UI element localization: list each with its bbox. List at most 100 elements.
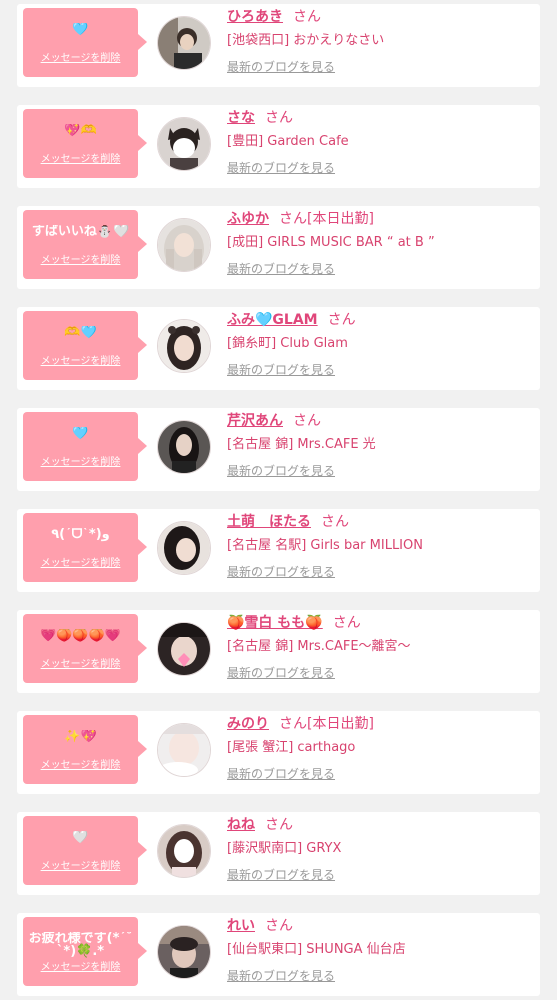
delete-message-link[interactable]: メッセージを削除 — [23, 150, 138, 165]
message-card: 🩵 メッセージを削除 芹沢あん さん [名古屋 錦] Mrs.CAFE 光 最新の… — [17, 408, 540, 491]
profile-name-link[interactable]: さな — [227, 110, 255, 126]
delete-message-link[interactable]: メッセージを削除 — [23, 352, 138, 367]
profile-name-link[interactable]: 芹沢あん — [227, 413, 283, 429]
message-card: 💖🫶 メッセージを削除 さな さん [豊田] Garden Cafe 最新のブログ… — [17, 105, 540, 188]
profile-info: れい さん [仙台駅東口] SHUNGA 仙台店 最新のブログを見る — [227, 915, 532, 989]
profile-info: 🍑雪白 もも🍑 さん [名古屋 錦] Mrs.CAFE～離宮～ 最新のブログを見る — [227, 612, 532, 686]
message-text: 💗🍑🍑🍑💗 — [40, 629, 121, 643]
delete-message-link[interactable]: メッセージを削除 — [23, 655, 138, 670]
profile-name-link[interactable]: ふみ🩵GLAM — [227, 312, 318, 328]
profile-name-link[interactable]: 土萌 ほたる — [227, 514, 311, 530]
shop-label: [仙台駅東口] SHUNGA 仙台店 — [227, 942, 406, 957]
profile-info: 土萌 ほたる さん [名古屋 名駅] Girls bar MILLION 最新のブ… — [227, 511, 532, 585]
message-text: 🩵 — [72, 23, 89, 37]
honorific: さん — [279, 211, 307, 227]
profile-name-link[interactable]: 🍑雪白 もも🍑 — [227, 615, 323, 631]
message-bubble: お疲れ様です(*´˘`*)🍀.* メッセージを削除 — [23, 917, 147, 986]
avatar[interactable] — [157, 521, 211, 575]
shop-label: [成田] GIRLS MUSIC BAR “ at B ” — [227, 235, 435, 250]
message-card: 🤍 メッセージを削除 ねね さん [藤沢駅南口] GRYX 最新のブログを見る — [17, 812, 540, 895]
shop-label: [藤沢駅南口] GRYX — [227, 841, 342, 856]
delete-message-link[interactable]: メッセージを削除 — [23, 857, 138, 872]
avatar[interactable] — [157, 925, 211, 979]
profile-name-link[interactable]: ひろあき — [227, 9, 283, 25]
honorific: さん — [265, 110, 293, 126]
message-list: 🩵 メッセージを削除 ひろあき さん [池袋西口] おかえりなさい 最新のブログを… — [0, 0, 557, 1000]
avatar[interactable] — [157, 723, 211, 777]
message-card: 🩵 メッセージを削除 ひろあき さん [池袋西口] おかえりなさい 最新のブログを… — [17, 4, 540, 87]
profile-info: さな さん [豊田] Garden Cafe 最新のブログを見る — [227, 107, 532, 181]
message-text: 🫶🩵 — [64, 326, 97, 340]
shop-label: [名古屋 錦] Mrs.CAFE～離宮～ — [227, 639, 411, 654]
shop-label: [池袋西口] おかえりなさい — [227, 33, 385, 48]
honorific: さん — [327, 312, 356, 328]
avatar[interactable] — [157, 16, 211, 70]
message-text: 🩵 — [72, 427, 89, 441]
profile-info: みのり さん[本日出勤] [尾張 蟹江] carthago 最新のブログを見る — [227, 713, 532, 787]
message-text: お疲れ様です(*´˘`*)🍀.* — [28, 932, 133, 958]
message-text: ٩(ˊᗜˋ*)و — [51, 528, 110, 542]
delete-message-link[interactable]: メッセージを削除 — [23, 958, 138, 973]
attendance-badge: [本日出勤] — [307, 211, 374, 227]
honorific: さん — [265, 817, 293, 833]
profile-name-link[interactable]: みのり — [227, 716, 269, 732]
message-bubble: ٩(ˊᗜˋ*)و メッセージを削除 — [23, 513, 147, 582]
delete-message-link[interactable]: メッセージを削除 — [23, 251, 138, 266]
profile-name-link[interactable]: れい — [227, 918, 255, 934]
message-card: 💗🍑🍑🍑💗 メッセージを削除 🍑雪白 もも🍑 さん [名古屋 錦] Mrs.CAF… — [17, 610, 540, 693]
avatar[interactable] — [157, 218, 211, 272]
message-text: 💖🫶 — [64, 124, 97, 138]
message-bubble: 🫶🩵 メッセージを削除 — [23, 311, 147, 380]
message-card: ✨💖 メッセージを削除 みのり さん[本日出勤] [尾張 蟹江] carthago… — [17, 711, 540, 794]
delete-message-link[interactable]: メッセージを削除 — [23, 49, 138, 64]
message-bubble: 🩵 メッセージを削除 — [23, 8, 147, 77]
latest-blog-link[interactable]: 最新のブログを見る — [227, 761, 532, 787]
delete-message-link[interactable]: メッセージを削除 — [23, 756, 138, 771]
message-card: すばいいね⛄🤍 メッセージを削除 ふゆか さん[本日出勤] [成田] GIRLS … — [17, 206, 540, 289]
message-bubble: 🤍 メッセージを削除 — [23, 816, 147, 885]
honorific: さん — [332, 615, 361, 631]
shop-label: [名古屋 錦] Mrs.CAFE 光 — [227, 437, 376, 452]
honorific: さん — [265, 918, 293, 934]
message-card: 🫶🩵 メッセージを削除 ふみ🩵GLAM さん [錦糸町] Club Glam 最新… — [17, 307, 540, 390]
latest-blog-link[interactable]: 最新のブログを見る — [227, 559, 532, 585]
profile-name-link[interactable]: ねね — [227, 817, 255, 833]
message-text: 🤍 — [72, 831, 89, 845]
message-bubble: 💗🍑🍑🍑💗 メッセージを削除 — [23, 614, 147, 683]
latest-blog-link[interactable]: 最新のブログを見る — [227, 54, 532, 80]
honorific: さん — [293, 413, 321, 429]
latest-blog-link[interactable]: 最新のブログを見る — [227, 357, 532, 383]
message-bubble: すばいいね⛄🤍 メッセージを削除 — [23, 210, 147, 279]
delete-message-link[interactable]: メッセージを削除 — [23, 453, 138, 468]
profile-info: ねね さん [藤沢駅南口] GRYX 最新のブログを見る — [227, 814, 532, 888]
latest-blog-link[interactable]: 最新のブログを見る — [227, 458, 532, 484]
shop-label: [豊田] Garden Cafe — [227, 134, 349, 149]
profile-info: 芹沢あん さん [名古屋 錦] Mrs.CAFE 光 最新のブログを見る — [227, 410, 532, 484]
avatar[interactable] — [157, 319, 211, 373]
message-bubble: ✨💖 メッセージを削除 — [23, 715, 147, 784]
avatar[interactable] — [157, 420, 211, 474]
shop-label: [錦糸町] Club Glam — [227, 336, 348, 351]
shop-label: [尾張 蟹江] carthago — [227, 740, 356, 755]
profile-name-link[interactable]: ふゆか — [227, 211, 269, 227]
honorific: さん — [293, 9, 321, 25]
shop-label: [名古屋 名駅] Girls bar MILLION — [227, 538, 423, 553]
latest-blog-link[interactable]: 最新のブログを見る — [227, 862, 532, 888]
message-card: お疲れ様です(*´˘`*)🍀.* メッセージを削除 れい さん [仙台駅東口] S… — [17, 913, 540, 996]
delete-message-link[interactable]: メッセージを削除 — [23, 554, 138, 569]
message-bubble: 🩵 メッセージを削除 — [23, 412, 147, 481]
avatar[interactable] — [157, 824, 211, 878]
attendance-badge: [本日出勤] — [307, 716, 374, 732]
latest-blog-link[interactable]: 最新のブログを見る — [227, 155, 532, 181]
message-bubble: 💖🫶 メッセージを削除 — [23, 109, 147, 178]
avatar[interactable] — [157, 117, 211, 171]
latest-blog-link[interactable]: 最新のブログを見る — [227, 256, 532, 282]
latest-blog-link[interactable]: 最新のブログを見る — [227, 660, 532, 686]
message-text: ✨💖 — [64, 730, 97, 744]
message-card: ٩(ˊᗜˋ*)و メッセージを削除 土萌 ほたる さん [名古屋 名駅] Girl… — [17, 509, 540, 592]
message-text: すばいいね⛄🤍 — [31, 225, 130, 239]
profile-info: ふゆか さん[本日出勤] [成田] GIRLS MUSIC BAR “ at B … — [227, 208, 532, 282]
avatar[interactable] — [157, 622, 211, 676]
latest-blog-link[interactable]: 最新のブログを見る — [227, 963, 532, 989]
profile-info: ふみ🩵GLAM さん [錦糸町] Club Glam 最新のブログを見る — [227, 309, 532, 383]
